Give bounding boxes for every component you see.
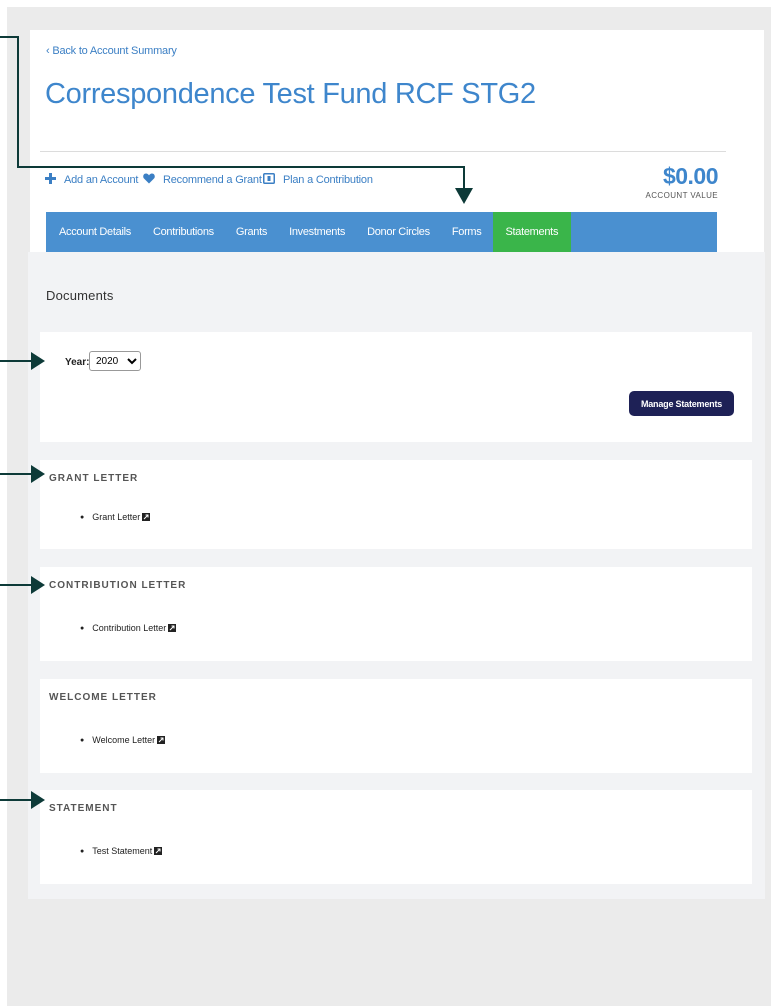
arrowhead — [31, 465, 45, 483]
arrowhead — [31, 576, 45, 594]
arrowhead — [31, 791, 45, 809]
arrowhead — [31, 352, 45, 370]
annotation-arrow-statements-tab — [0, 36, 465, 190]
arrowhead — [455, 188, 473, 204]
annotation-arrows — [0, 36, 473, 809]
